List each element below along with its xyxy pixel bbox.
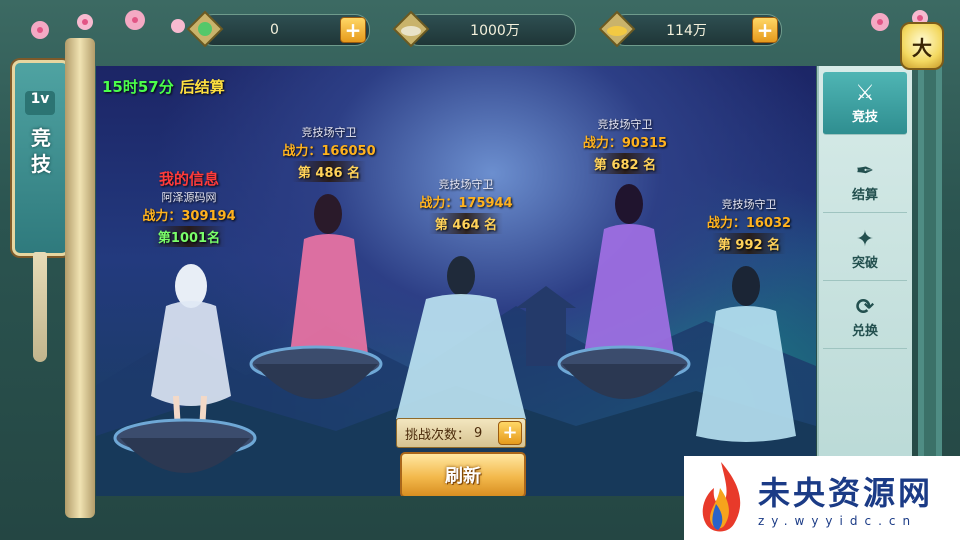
player-card-guard-1[interactable]: 竞技场守卫 战力：166050 第 486 名 [266, 124, 392, 182]
player-card-guard-3[interactable]: 竞技场守卫 战力：90315 第 682 名 [560, 116, 690, 174]
challenge-label: 挑战次数： [405, 427, 471, 443]
refresh-button[interactable]: 刷新 [400, 452, 526, 496]
watermark: 未央资源网 zy.wyyidc.cn [684, 456, 960, 540]
flame-logo-icon [702, 462, 741, 532]
challenge-count: 9 [474, 425, 483, 441]
arena-tab-panel: ⚔ 竞技 ✒ 结算 ✦ 突破 ⟳ 兑换 [817, 66, 912, 496]
player-name: 竞技场守卫 [597, 118, 653, 131]
tab-label: 突破 [851, 255, 878, 271]
scroll-badge: 1v [25, 91, 55, 115]
crossed-swords-icon: ⚔ [855, 80, 875, 106]
settlement-timer: 15时57分 后结算 [102, 76, 225, 97]
scroll-title: 竞 技 [31, 126, 51, 176]
player-power: 战力：166050 [282, 144, 376, 159]
player-rank: 第1001名 [151, 226, 227, 247]
resource-gold: 114万 + [598, 10, 782, 48]
player-rank: 第 486 名 [291, 161, 367, 182]
scroll-rod-decoration [65, 38, 95, 518]
player-card-guard-4[interactable]: 竞技场守卫 战力：16032 第 992 名 [686, 196, 812, 254]
exchange-icon: ⟳ [855, 294, 875, 320]
arena-scroll-banner: 1v 竞 技 [12, 60, 70, 256]
character-figure[interactable] [386, 244, 536, 434]
timer-suffix: 后结算 [179, 78, 225, 96]
player-power: 战力：175944 [419, 196, 513, 211]
resource-jade: 0 + [186, 10, 370, 48]
challenge-count-panel: 挑战次数： 9 + [396, 418, 526, 448]
player-name: 竞技场守卫 [301, 126, 357, 139]
add-challenge-button[interactable]: + [498, 421, 522, 445]
arena-stage: 15时57分 后结算 我的信息 阿泽源码网 战力：309194 第1001名 竞技… [96, 66, 816, 496]
player-name: 竞技场守卫 [438, 178, 494, 191]
player-card-guard-2[interactable]: 竞技场守卫 战力：175944 第 464 名 [401, 176, 531, 234]
pedestal [557, 345, 691, 399]
resource-bar: 0 + 1000万 114万 + [150, 10, 830, 50]
silver-ingot-icon [392, 10, 430, 48]
player-subtitle: 阿泽源码网 [161, 191, 217, 204]
player-name: 竞技场守卫 [721, 198, 777, 211]
add-jade-button[interactable]: + [340, 17, 366, 43]
pedestal [249, 345, 383, 399]
watermark-title: 未央资源网 [758, 474, 934, 512]
player-rank: 第 682 名 [587, 153, 663, 174]
player-card-self[interactable]: 我的信息 阿泽源码网 战力：309194 第1001名 [124, 168, 254, 247]
tab-label: 兑换 [851, 323, 878, 339]
gold-ingot-icon [598, 10, 636, 48]
tassel-decoration [33, 252, 47, 362]
right-frame-decoration [918, 38, 942, 508]
quill-icon: ✒ [855, 158, 875, 184]
character-figure[interactable] [686, 256, 806, 446]
player-power: 战力：90315 [582, 136, 668, 151]
tab-settlement[interactable]: ✒ 结算 [823, 150, 907, 213]
player-power: 战力：16032 [706, 216, 792, 231]
pedestal [113, 418, 257, 473]
tab-label: 结算 [851, 187, 878, 203]
tab-arena[interactable]: ⚔ 竞技 [823, 72, 907, 135]
lantern-icon[interactable]: 大 [900, 22, 944, 70]
jade-icon [186, 10, 224, 48]
watermark-text: 未央资源网 zy.wyyidc.cn [758, 468, 933, 528]
tab-label: 竞技 [851, 109, 878, 125]
character-figure[interactable] [136, 246, 246, 436]
tab-breakthrough[interactable]: ✦ 突破 [823, 218, 907, 281]
watermark-url: zy.wyyidc.cn [758, 514, 918, 528]
timer-value: 15时57分 [102, 78, 174, 96]
player-power: 战力：309194 [142, 209, 236, 224]
player-rank: 第 992 名 [711, 233, 787, 254]
player-name: 我的信息 [158, 170, 219, 188]
add-gold-button[interactable]: + [752, 17, 778, 43]
player-rank: 第 464 名 [428, 213, 504, 234]
resource-silver: 1000万 [392, 10, 576, 48]
breakthrough-icon: ✦ [855, 226, 875, 252]
tab-exchange[interactable]: ⟳ 兑换 [823, 286, 907, 349]
